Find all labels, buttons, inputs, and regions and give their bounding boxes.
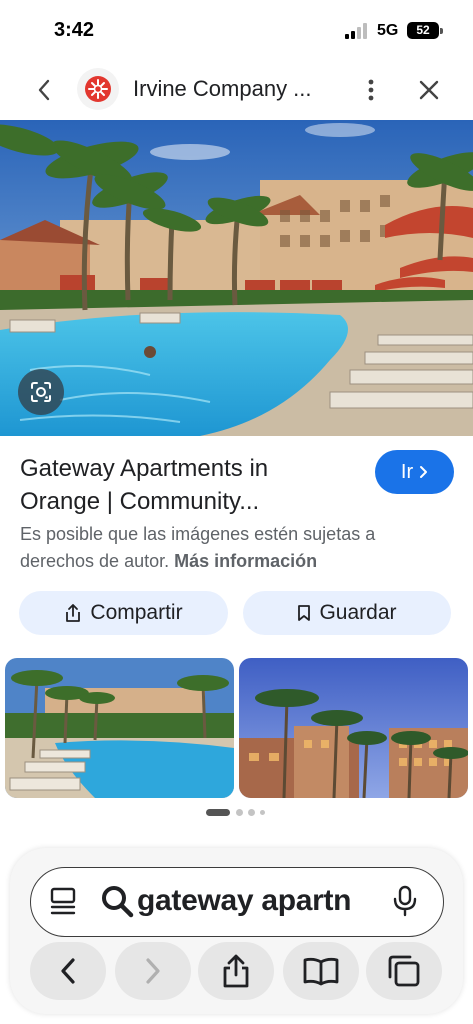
copyright-notice: Es posible que las imágenes estén sujeta… [20,521,440,575]
search-icon [102,886,134,918]
browser-forward-button[interactable] [115,942,191,1000]
close-icon [419,80,439,100]
more-info-link[interactable]: Más información [174,551,317,571]
apartments-dusk-illustration [239,658,468,798]
pool-thumbnail-illustration [5,658,234,798]
tabs-overview-icon [388,955,420,987]
bookmark-icon [298,605,311,621]
site-logo [77,68,119,110]
back-button[interactable] [24,74,64,106]
signal-icon [345,23,371,39]
search-button [100,884,134,923]
tabs-icon [50,887,76,915]
main-image[interactable] [0,120,473,436]
visit-label: Ir [400,460,414,483]
chevron-right-icon [420,466,428,478]
lens-button[interactable] [18,369,64,415]
more-options-button[interactable] [354,72,388,108]
voice-search-button[interactable] [392,885,418,922]
share-button[interactable]: Compartir [19,591,228,635]
carousel-dot-active [206,809,230,816]
more-vert-icon [368,79,374,101]
url-text[interactable]: gateway apartn [137,884,372,918]
bookmarks-button[interactable] [283,942,359,1000]
result-header: Irvine Company ... [0,60,473,120]
tabs-button[interactable] [50,887,76,920]
chevron-right-icon [146,958,160,984]
pool-resort-illustration [0,120,473,436]
chevron-left-icon [38,79,50,101]
carousel-dot [260,810,265,815]
status-bar: 3:42 5G 52 [0,0,473,60]
irvine-logo-icon [85,76,111,102]
battery-level: 52 [416,23,430,37]
result-title-line2: Orange | Community... [20,488,260,515]
book-icon [303,957,339,986]
share-icon [223,954,249,988]
carousel-dot [248,809,255,816]
related-image-1[interactable] [5,658,234,798]
share-label: Compartir [90,601,183,624]
browser-share-button[interactable] [198,942,274,1000]
battery-tip [440,28,443,34]
chevron-left-icon [61,958,75,984]
share-icon [66,604,81,622]
browser-back-button[interactable] [30,942,106,1000]
tab-switcher-button[interactable] [366,942,442,1000]
result-title[interactable]: Gateway Apartments in Orange | Community… [20,452,360,518]
related-image-2[interactable] [239,658,468,798]
status-time: 3:42 [54,19,95,41]
google-lens-icon [31,382,51,402]
close-button[interactable] [412,72,446,108]
visit-button[interactable]: Ir [375,450,454,494]
save-button[interactable]: Guardar [243,591,451,635]
microphone-icon [393,885,417,917]
carousel-dot [236,809,243,816]
result-title-line1: Gateway Apartments in [20,455,269,482]
battery-icon: 52 [407,22,439,39]
network-type: 5G [377,22,399,39]
save-label: Guardar [319,601,397,624]
site-title[interactable]: Irvine Company ... [133,76,312,102]
